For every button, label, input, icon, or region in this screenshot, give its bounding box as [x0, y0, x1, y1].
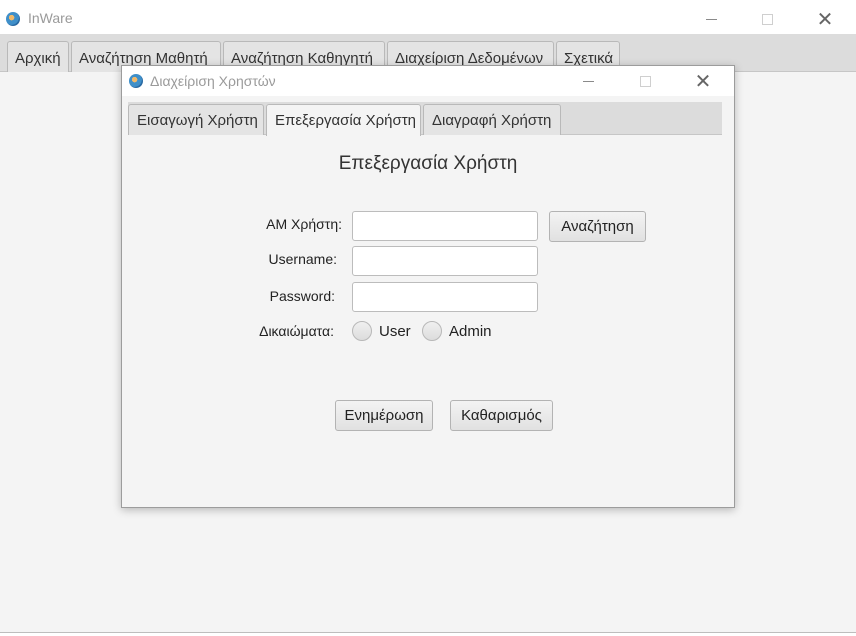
- app-logo-icon: [129, 74, 143, 88]
- close-icon[interactable]: ✕: [802, 4, 848, 34]
- maximize-icon[interactable]: [744, 4, 790, 34]
- window-bottom-edge: [0, 632, 856, 636]
- user-management-dialog: Διαχείριση Χρηστών ✕ Εισαγωγή Χρήστη Επε…: [121, 65, 735, 508]
- main-window-titlebar: InWare ✕: [0, 4, 856, 34]
- username-input[interactable]: [352, 246, 538, 276]
- radio-user-label: User: [379, 322, 411, 340]
- radio-user[interactable]: [352, 321, 372, 341]
- am-label: ΑΜ Χρήστη:: [266, 216, 342, 232]
- panel-heading: Επεξεργασία Χρήστη: [338, 153, 518, 174]
- radio-admin[interactable]: [422, 321, 442, 341]
- radio-admin-option[interactable]: Admin: [422, 321, 492, 341]
- main-window-title: InWare: [28, 10, 73, 26]
- tab-edit-user[interactable]: Επεξεργασία Χρήστη: [266, 104, 421, 136]
- maximize-icon[interactable]: [622, 66, 668, 96]
- am-input[interactable]: [352, 211, 538, 241]
- minimize-icon[interactable]: [565, 66, 611, 96]
- radio-admin-label: Admin: [449, 322, 492, 340]
- username-label: Username:: [268, 251, 337, 267]
- update-button[interactable]: Ενημέρωση: [335, 400, 433, 431]
- tab-home[interactable]: Αρχική: [7, 41, 69, 72]
- minimize-icon[interactable]: [688, 4, 734, 34]
- tab-delete-user[interactable]: Διαγραφή Χρήστη: [423, 104, 561, 135]
- close-icon[interactable]: ✕: [680, 66, 726, 96]
- password-label: Password:: [269, 288, 335, 304]
- dialog-tab-bar: Εισαγωγή Χρήστη Επεξεργασία Χρήστη Διαγρ…: [128, 102, 722, 136]
- clear-button[interactable]: Καθαρισμός: [450, 400, 553, 431]
- rights-label: Δικαιώματα:: [259, 323, 334, 339]
- password-input[interactable]: [352, 282, 538, 312]
- dialog-title: Διαχείριση Χρηστών: [150, 73, 276, 89]
- tab-insert-user[interactable]: Εισαγωγή Χρήστη: [128, 104, 264, 135]
- radio-user-option[interactable]: User: [352, 321, 411, 341]
- app-logo-icon: [6, 12, 20, 26]
- dialog-titlebar[interactable]: Διαχείριση Χρηστών ✕: [122, 66, 734, 96]
- search-button[interactable]: Αναζήτηση: [549, 211, 646, 242]
